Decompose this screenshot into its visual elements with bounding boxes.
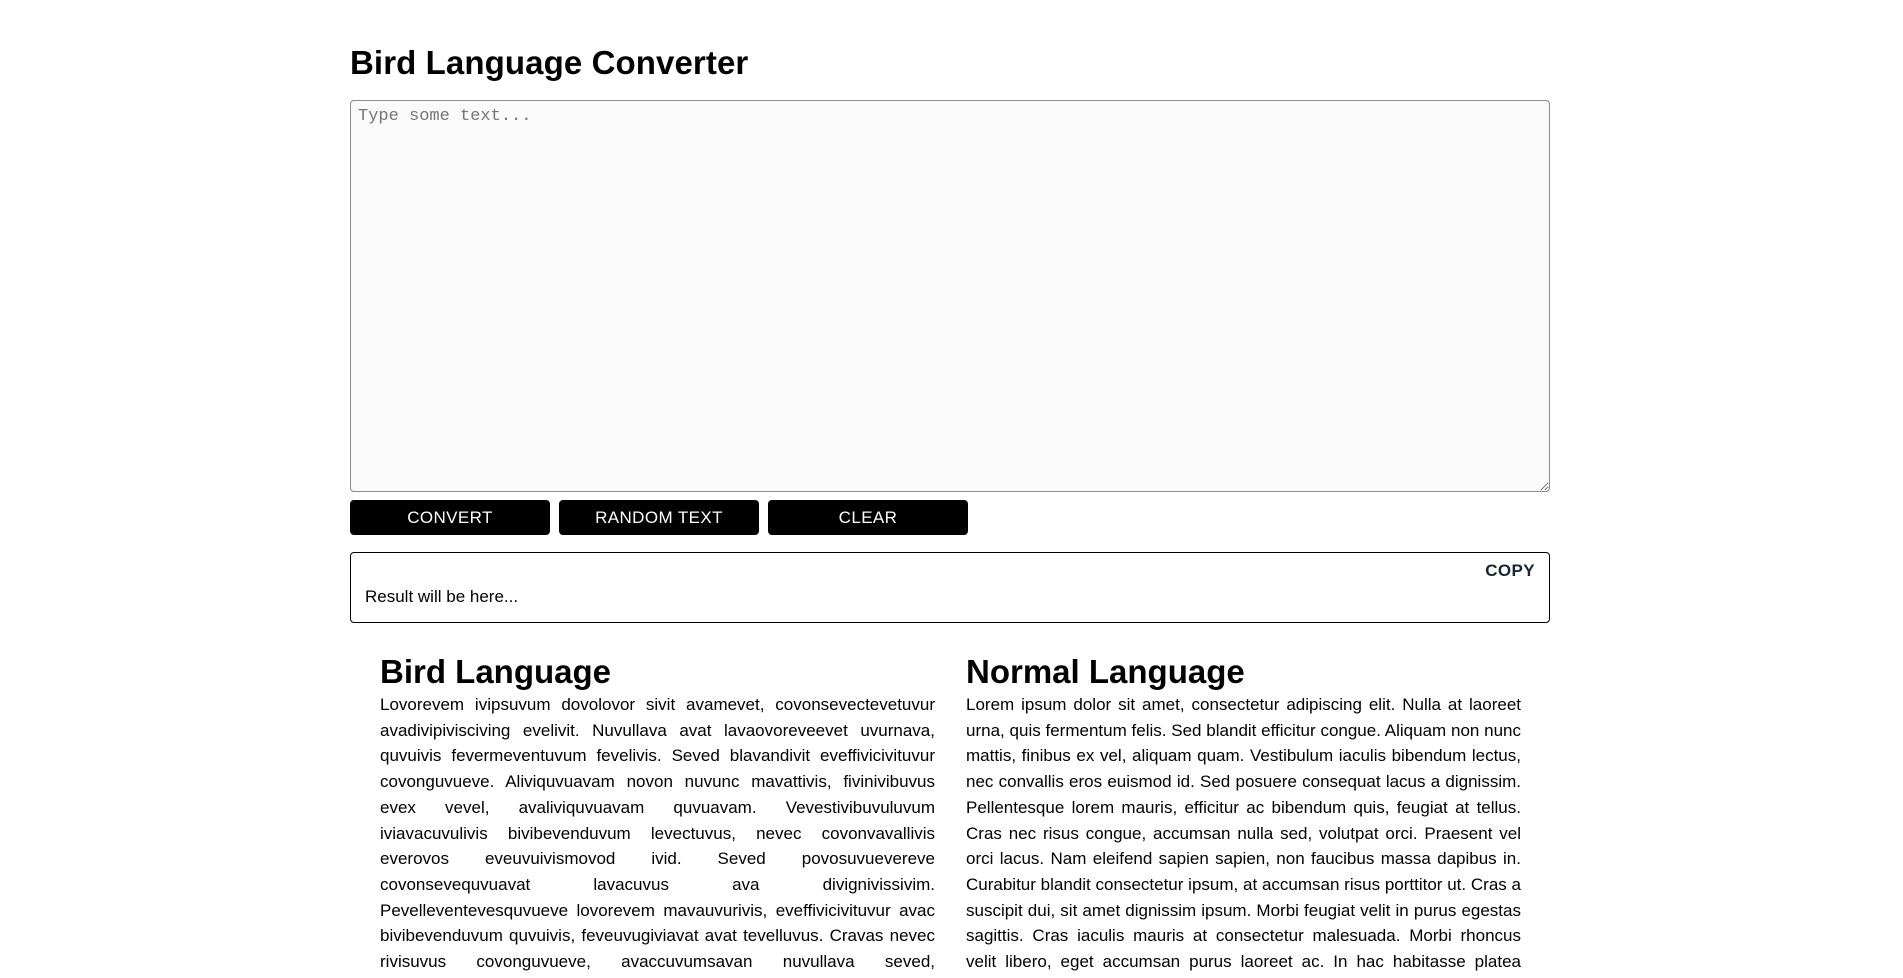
page-title: Bird Language Converter xyxy=(350,44,749,81)
copy-button[interactable]: COPY xyxy=(1485,561,1535,581)
normal-language-section: Normal Language Lorem ipsum dolor sit am… xyxy=(966,652,1521,978)
bird-language-section: Bird Language Lovorevem ivipsuvum dovolo… xyxy=(380,652,935,978)
random-text-button[interactable]: RANDOM TEXT xyxy=(559,500,759,535)
bird-language-text: Lovorevem ivipsuvum dovolovor sivit avam… xyxy=(380,695,935,978)
normal-language-title: Normal Language xyxy=(966,653,1245,690)
text-input[interactable] xyxy=(350,100,1550,492)
result-box: COPY Result will be here... xyxy=(350,552,1550,623)
normal-language-text: Lorem ipsum dolor sit amet, consectetur … xyxy=(966,695,1521,978)
bird-language-title: Bird Language xyxy=(380,653,612,690)
action-buttons: CONVERT RANDOM TEXT CLEAR xyxy=(350,500,968,535)
convert-button[interactable]: CONVERT xyxy=(350,500,550,535)
page: Bird Language Converter CONVERT RANDOM T… xyxy=(0,0,1903,978)
result-text: Result will be here... xyxy=(365,587,519,606)
clear-button[interactable]: CLEAR xyxy=(768,500,968,535)
